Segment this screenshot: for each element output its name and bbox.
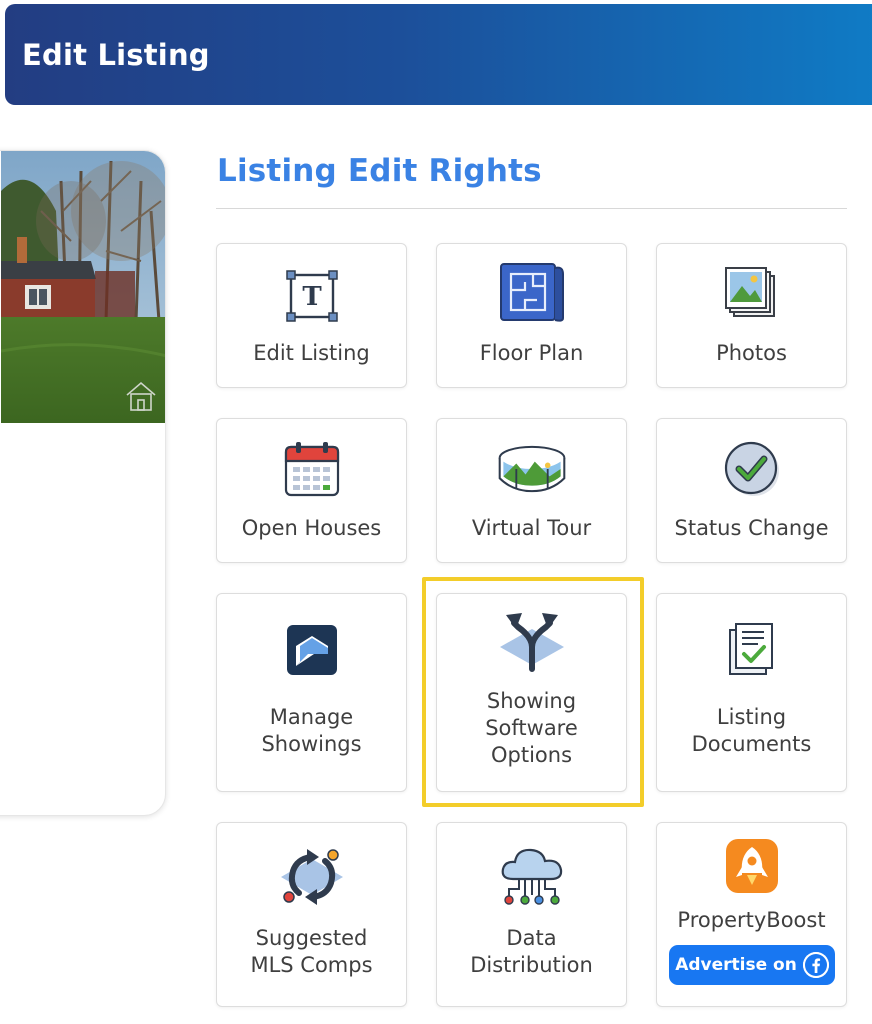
branching-arrows-icon xyxy=(496,610,568,672)
section-divider xyxy=(216,208,847,209)
tile-listing-documents[interactable]: Listing Documents xyxy=(656,593,847,792)
tile-open-houses[interactable]: Open Houses xyxy=(216,418,407,563)
tile-data-distribution[interactable]: Data Distribution xyxy=(436,822,627,1007)
tile-label: Status Change xyxy=(674,516,829,540)
calendar-icon xyxy=(276,439,348,499)
tile-propertyboost[interactable]: PropertyBoost Advertise on xyxy=(656,822,847,1007)
tile-label: Edit Listing xyxy=(253,341,370,365)
tile-label: Photos xyxy=(716,341,787,365)
tile-label: Virtual Tour xyxy=(471,516,592,540)
facebook-icon xyxy=(802,952,829,978)
tile-label: Floor Plan xyxy=(479,341,584,365)
panorama-icon xyxy=(496,439,568,499)
listing-card xyxy=(0,150,166,816)
sync-arrows-icon xyxy=(276,847,348,907)
cloud-network-icon xyxy=(496,845,568,905)
tile-label: Manage Showings xyxy=(261,705,362,756)
blueprint-icon xyxy=(496,262,568,322)
tile-label: Data Distribution xyxy=(470,926,593,977)
page-title: Edit Listing xyxy=(22,38,210,72)
tile-manage-showings[interactable]: Manage Showings xyxy=(216,593,407,792)
svg-text:T: T xyxy=(302,282,322,312)
tile-virtual-tour[interactable]: Virtual Tour xyxy=(436,418,627,563)
tile-status-change[interactable]: Status Change xyxy=(656,418,847,563)
tile-floor-plan[interactable]: Floor Plan xyxy=(436,243,627,388)
tile-label: Showing Software Options xyxy=(485,689,578,767)
tile-label: Suggested MLS Comps xyxy=(250,926,373,977)
rocket-icon xyxy=(716,835,788,895)
advertise-facebook-button[interactable]: Advertise on xyxy=(669,945,835,985)
tile-edit-listing[interactable]: T Edit Listing xyxy=(216,243,407,388)
tile-label: PropertyBoost xyxy=(677,908,826,932)
text-frame-icon: T xyxy=(276,266,348,326)
showings-logo-icon xyxy=(276,620,348,680)
documents-check-icon xyxy=(716,620,788,680)
check-circle-icon xyxy=(716,439,788,499)
page-header: Edit Listing xyxy=(5,4,872,105)
photo-stack-icon xyxy=(716,264,788,324)
section-title: Listing Edit Rights xyxy=(217,153,542,189)
tile-label: Listing Documents xyxy=(691,705,812,756)
tile-photos[interactable]: Photos xyxy=(656,243,847,388)
tile-suggested-mls-comps[interactable]: Suggested MLS Comps xyxy=(216,822,407,1007)
listing-photo[interactable] xyxy=(1,151,165,423)
tile-label: Open Houses xyxy=(241,516,382,540)
tile-showing-software-options[interactable]: Showing Software Options xyxy=(436,593,627,792)
advertise-button-label: Advertise on xyxy=(675,955,797,975)
